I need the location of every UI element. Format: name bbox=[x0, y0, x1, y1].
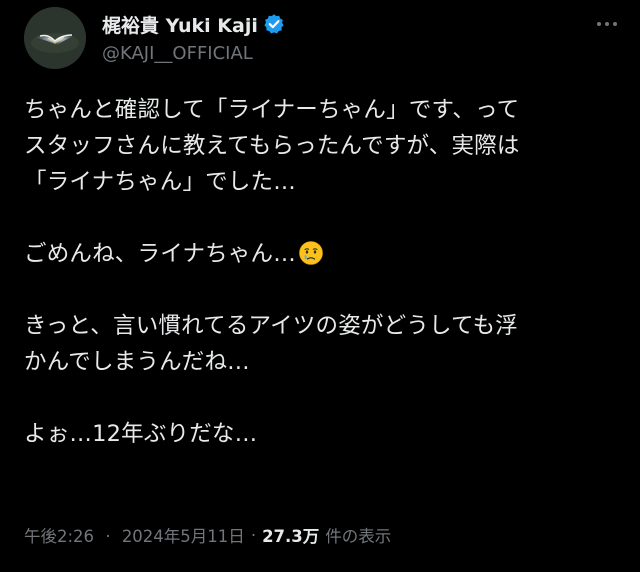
avatar-image bbox=[24, 7, 86, 69]
views-count: 27.3万 bbox=[262, 527, 320, 546]
meta-separator: · bbox=[105, 527, 111, 546]
more-dot bbox=[605, 22, 609, 26]
views-stat[interactable]: 27.3万 件の表示 bbox=[262, 523, 391, 547]
views-label: 件の表示 bbox=[325, 527, 392, 546]
tweet-text: ちゃんと確認して「ライナーちゃん」です、って スタッフさんに教えてもらったんです… bbox=[24, 92, 624, 452]
tweet-date: 2024年5月11日 bbox=[121, 527, 245, 546]
tweet-line: 「ライナちゃん」でした… bbox=[24, 169, 296, 195]
avatar[interactable] bbox=[24, 7, 86, 69]
tweet-line-with-emoji: ごめんね、ライナちゃん… bbox=[24, 236, 624, 272]
tweet-line: スタッフさんに教えてもらったんですが、実際は bbox=[24, 133, 520, 159]
tweet-meta: 午後2:26 · 2024年5月11日 · 27.3万 件の表示 bbox=[24, 523, 391, 547]
tweet-card: 梶裕貴 Yuki Kaji @KAJI__OFFICIAL ちゃんと確認して「ラ… bbox=[0, 0, 640, 572]
more-dot bbox=[613, 22, 617, 26]
display-name[interactable]: 梶裕貴 Yuki Kaji bbox=[102, 11, 258, 38]
meta-separator: · bbox=[250, 525, 257, 545]
author-handle[interactable]: @KAJI__OFFICIAL bbox=[102, 43, 253, 64]
tweet-time: 午後2:26 bbox=[24, 527, 95, 546]
more-dot bbox=[597, 22, 601, 26]
tweet-line: ちゃんと確認して「ライナーちゃん」です、って bbox=[24, 97, 520, 123]
tweet-timestamp-link[interactable]: 午後2:26 · 2024年5月11日 bbox=[24, 523, 245, 547]
tweet-line: よぉ…12年ぶりだな… bbox=[24, 421, 258, 447]
verified-badge-icon[interactable] bbox=[263, 13, 285, 35]
more-options-icon[interactable] bbox=[592, 12, 622, 36]
tweet-line: かんでしまうんだね… bbox=[24, 349, 250, 375]
tweet-line: ごめんね、ライナちゃん… bbox=[24, 241, 296, 267]
tweet-line: きっと、言い慣れてるアイツの姿がどうしても浮 bbox=[24, 313, 519, 339]
author-name-row[interactable]: 梶裕貴 Yuki Kaji bbox=[102, 10, 285, 38]
crying-face-emoji-icon bbox=[298, 240, 324, 266]
